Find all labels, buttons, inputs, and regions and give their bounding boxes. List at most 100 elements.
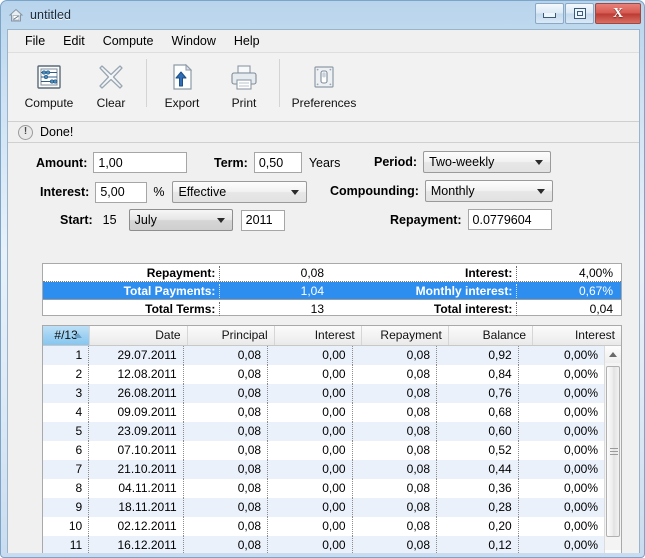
minimize-icon (543, 13, 556, 18)
cell-index: 7 (43, 460, 90, 479)
table-row[interactable]: 8 04.11.2011 0,08 0,00 0,08 0,36 0,00% (43, 479, 604, 498)
table-row[interactable]: 3 26.08.2011 0,08 0,00 0,08 0,76 0,00% (43, 384, 604, 403)
amount-field-group: Amount: (36, 152, 188, 173)
period-label: Period: (374, 155, 418, 169)
cell-principal: 0,08 (184, 365, 269, 384)
export-button[interactable]: Export (151, 57, 213, 110)
close-button[interactable]: X (595, 3, 641, 24)
repayment-input[interactable] (467, 209, 552, 230)
table-row[interactable]: 9 18.11.2011 0,08 0,00 0,08 0,28 0,00% (43, 498, 604, 517)
menu-edit[interactable]: Edit (54, 32, 94, 50)
term-input[interactable] (253, 152, 302, 173)
cell-interest: 0,00 (268, 479, 353, 498)
cell-interest: 0,00 (268, 346, 353, 365)
cell-repayment: 0,08 (353, 517, 438, 536)
compute-button[interactable]: Compute (18, 57, 80, 110)
cell-interest: 0,00 (268, 498, 353, 517)
table-row[interactable]: 1 29.07.2011 0,08 0,00 0,08 0,92 0,00% (43, 346, 604, 365)
title-bar[interactable]: untitled X (1, 1, 644, 29)
summary-row-selected[interactable]: Total Payments: 1,04 Monthly interest: 0… (43, 282, 621, 300)
cell-repayment: 0,08 (353, 403, 438, 422)
period-select-value: Two-weekly (429, 155, 495, 169)
table-header-row: #/13 Date Principal Interest Repayment B… (43, 326, 621, 346)
cell-interest: 0,00 (268, 422, 353, 441)
input-form: Amount: Term: Years Period: Two-weekly I… (8, 143, 639, 238)
menu-compute[interactable]: Compute (94, 32, 163, 50)
interest-type-value: Effective (178, 185, 227, 199)
chevron-down-icon (535, 160, 544, 165)
chevron-up-icon (609, 352, 617, 357)
summary-monthly-interest-label: Monthly interest: (332, 283, 518, 298)
column-header-index[interactable]: #/13 (43, 326, 91, 345)
compounding-field-group: Compounding: Monthly (330, 180, 553, 202)
cell-repayment: 0,08 (353, 365, 438, 384)
interest-type-select[interactable]: Effective (172, 181, 308, 203)
cell-interest: 0,00 (268, 384, 353, 403)
cell-date: 02.12.2011 (89, 517, 184, 536)
compounding-select-value: Monthly (430, 184, 475, 198)
window-title: untitled (30, 8, 72, 22)
printer-icon (228, 60, 260, 94)
preferences-button[interactable]: Preferences (284, 57, 364, 110)
cell-repayment: 0,08 (353, 479, 438, 498)
start-label: Start: (60, 213, 93, 227)
start-month-select[interactable]: July (128, 209, 233, 231)
exclamation-icon: ! (18, 124, 33, 140)
cell-index: 9 (43, 498, 90, 517)
table-row[interactable]: 7 21.10.2011 0,08 0,00 0,08 0,44 0,00% (43, 460, 604, 479)
table-row[interactable]: 6 07.10.2011 0,08 0,00 0,08 0,52 0,00% (43, 441, 604, 460)
summary-interest-value: 4,00% (578, 265, 613, 280)
compounding-select[interactable]: Monthly (424, 180, 553, 202)
start-month-value: July (134, 213, 157, 227)
start-day-input[interactable] (98, 209, 127, 231)
column-header-principal[interactable]: Principal (188, 326, 275, 345)
amount-input[interactable] (93, 152, 188, 173)
cell-date: 07.10.2011 (89, 441, 184, 460)
clear-button-label: Clear (96, 96, 126, 110)
menu-bar: File Edit Compute Window Help (8, 30, 639, 53)
table-vertical-scrollbar[interactable] (604, 346, 621, 553)
table-row[interactable]: 5 23.09.2011 0,08 0,00 0,08 0,60 0,00% (43, 422, 604, 441)
menu-file[interactable]: File (16, 32, 54, 50)
summary-total-terms-value: 13 (310, 301, 324, 316)
period-select[interactable]: Two-weekly (423, 151, 552, 173)
status-text: Done! (40, 125, 74, 139)
menu-window[interactable]: Window (162, 32, 224, 50)
client-area: File Edit Compute Window Help Compute Cl… (7, 29, 640, 553)
clear-button[interactable]: Clear (80, 57, 142, 110)
column-header-balance[interactable]: Balance (449, 326, 534, 345)
table-row[interactable]: 4 09.09.2011 0,08 0,00 0,08 0,68 0,00% (43, 403, 604, 422)
scrollbar-thumb[interactable] (606, 366, 620, 537)
cross-x-icon (95, 60, 127, 94)
cell-interest-rate: 0,00% (563, 481, 599, 495)
start-year-input[interactable] (240, 209, 285, 231)
menu-help[interactable]: Help (225, 32, 269, 50)
period-field-group: Period: Two-weekly (374, 151, 552, 173)
cell-principal: 0,08 (184, 422, 269, 441)
cell-principal: 0,08 (184, 346, 269, 365)
print-button-label: Print (231, 96, 257, 110)
term-field-group: Term: Years (214, 152, 340, 173)
abacus-icon (33, 60, 65, 94)
cell-interest: 0,00 (268, 441, 353, 460)
summary-row[interactable]: Total Terms: 13 Total interest: 0,04 (43, 300, 621, 317)
maximize-button[interactable] (565, 3, 594, 24)
cell-interest: 0,00 (268, 365, 353, 384)
interest-input[interactable] (95, 181, 148, 203)
cell-interest-rate: 0,00% (563, 443, 599, 457)
cell-index: 3 (43, 384, 90, 403)
table-row[interactable]: 2 12.08.2011 0,08 0,00 0,08 0,84 0,00% (43, 365, 604, 384)
column-header-interest-rate[interactable]: Interest (533, 326, 621, 345)
cell-interest: 0,00 (268, 517, 353, 536)
column-header-interest[interactable]: Interest (275, 326, 362, 345)
cell-principal: 0,08 (184, 403, 269, 422)
table-row[interactable]: 10 02.12.2011 0,08 0,00 0,08 0,20 0,00% (43, 517, 604, 536)
column-header-repayment[interactable]: Repayment (362, 326, 449, 345)
minimize-button[interactable] (535, 3, 564, 24)
scroll-up-button[interactable] (605, 346, 621, 363)
export-button-label: Export (164, 96, 200, 110)
summary-row[interactable]: Repayment: 0,08 Interest: 4,00% (43, 264, 621, 282)
print-button[interactable]: Print (213, 57, 275, 110)
compounding-label: Compounding: (330, 184, 419, 198)
column-header-date[interactable]: Date (90, 326, 188, 345)
